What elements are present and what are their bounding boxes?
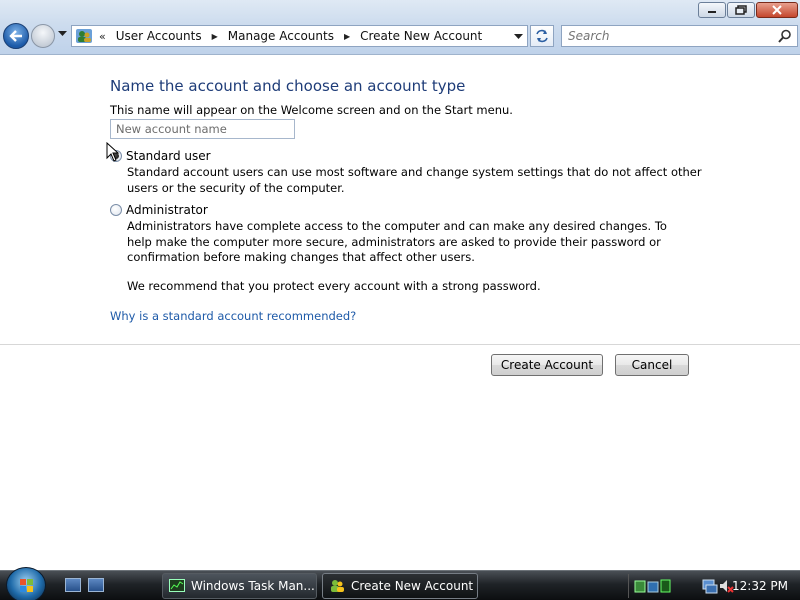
tray-divider [628, 574, 629, 598]
close-icon [772, 5, 782, 15]
cancel-button[interactable]: Cancel [615, 354, 689, 376]
window-controls [698, 2, 798, 18]
address-bar[interactable]: « User Accounts ▶ Manage Accounts ▶ Crea… [71, 25, 528, 47]
administrator-radio[interactable] [110, 204, 122, 216]
breadcrumb-label: User Accounts [115, 29, 202, 43]
breadcrumb-manage-accounts[interactable]: Manage Accounts ▶ [228, 29, 350, 43]
breadcrumb-user-accounts[interactable]: User Accounts ▶ [116, 29, 218, 43]
breadcrumb-label: Manage Accounts [227, 29, 334, 43]
administrator-description: Administrators have complete access to t… [127, 219, 667, 264]
page-title: Name the account and choose an account t… [110, 77, 466, 95]
standard-account-help-link[interactable]: Why is a standard account recommended? [110, 309, 356, 323]
tray-icons [634, 579, 671, 593]
password-recommendation: We recommend that you protect every acco… [127, 279, 541, 293]
standard-user-label[interactable]: Standard user [126, 149, 211, 163]
refresh-icon [536, 29, 548, 43]
standard-user-description: Standard account users can use most soft… [127, 165, 702, 195]
breadcrumb-create-new-account[interactable]: Create New Account [360, 29, 482, 43]
administrator-label[interactable]: Administrator [126, 203, 208, 217]
search-box[interactable] [561, 25, 798, 47]
recent-pages-dropdown-icon[interactable] [58, 31, 67, 37]
user-accounts-icon [76, 29, 92, 43]
security-icon[interactable] [647, 581, 659, 593]
search-icon[interactable] [778, 29, 792, 43]
back-button[interactable] [3, 23, 29, 49]
breadcrumb-overflow[interactable]: « [99, 30, 106, 43]
create-account-panel: Name the account and choose an account t… [0, 56, 800, 570]
close-button[interactable] [756, 2, 798, 18]
minimize-icon [708, 11, 716, 13]
start-button[interactable] [6, 567, 46, 600]
create-account-button[interactable]: Create Account [491, 354, 603, 376]
mouse-cursor-icon [106, 142, 120, 162]
windows-logo-icon [20, 579, 33, 592]
forward-button[interactable] [31, 24, 55, 48]
refresh-button[interactable] [530, 25, 554, 47]
account-name-input[interactable] [110, 119, 295, 139]
show-desktop-icon[interactable] [65, 578, 81, 592]
network-status-icon[interactable] [634, 580, 646, 593]
task-label: Windows Task Man... [191, 579, 315, 593]
user-accounts-icon [331, 580, 344, 592]
network-icon[interactable] [702, 579, 718, 594]
minimize-button[interactable] [698, 2, 726, 18]
chevron-right-icon[interactable]: ▶ [212, 32, 218, 41]
breadcrumb-label: Create New Account [360, 29, 483, 43]
switch-windows-icon[interactable] [88, 578, 104, 592]
search-input[interactable] [562, 26, 762, 46]
task-manager-icon [169, 579, 185, 592]
taskbar-create-new-account[interactable]: Create New Account [322, 573, 478, 599]
notification-area: 12:32 PM [628, 574, 800, 598]
maximize-button[interactable] [727, 2, 755, 18]
back-arrow-icon [9, 30, 22, 42]
chevron-right-icon[interactable]: ▶ [344, 32, 350, 41]
tray-icons-2 [702, 579, 734, 594]
address-dropdown-icon[interactable] [514, 34, 523, 40]
divider [0, 344, 800, 345]
task-label: Create New Account [351, 579, 474, 593]
system-clock[interactable]: 12:32 PM [732, 579, 788, 593]
taskbar: Windows Task Man... Create New Account 1… [0, 567, 800, 600]
activity-icon[interactable] [660, 579, 671, 593]
taskbar-task-manager[interactable]: Windows Task Man... [162, 573, 317, 599]
page-instructions: This name will appear on the Welcome scr… [110, 103, 513, 117]
window-chrome: « User Accounts ▶ Manage Accounts ▶ Crea… [0, 0, 800, 55]
restore-icon [735, 5, 747, 15]
